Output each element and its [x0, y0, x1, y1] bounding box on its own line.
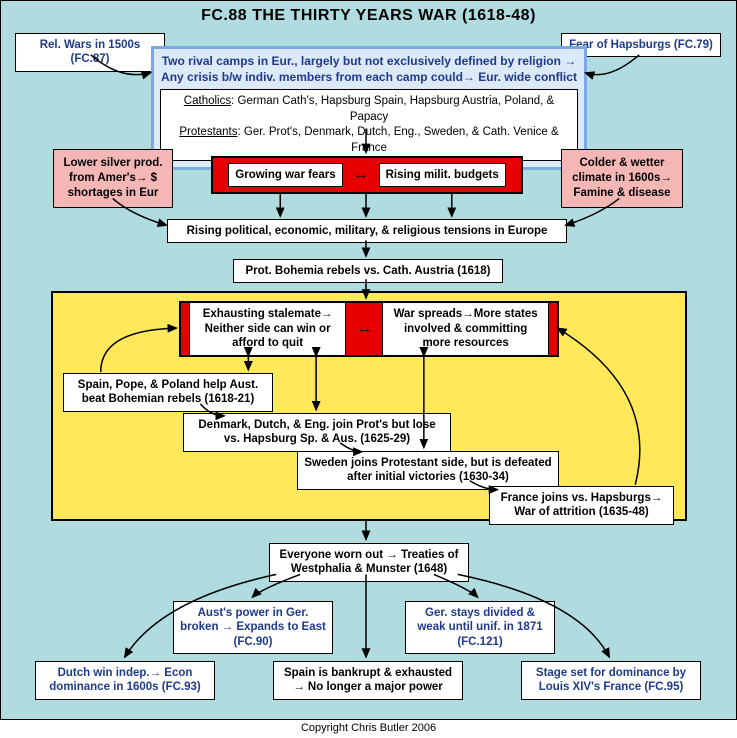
camps-heading: Two rival camps in Eur., largely but not…: [160, 54, 578, 89]
outcome-dutch-indep[interactable]: Dutch win indep.→ Econ dominance in 1600…: [35, 661, 215, 700]
label-catholics: Catholics: [184, 95, 231, 107]
camps-members: Catholics: German Cath's, Hapsburg Spain…: [160, 89, 578, 161]
sweden-joins: Sweden joins Protestant side, but is def…: [297, 451, 559, 490]
france-joins: France joins vs. Hapsburgs→ War of attri…: [489, 486, 674, 525]
rising-budgets: Rising milit. budgets: [379, 163, 506, 187]
double-arrow-icon: ↔: [353, 166, 369, 184]
camps-line2: Any crisis b/w indiv. members from each …: [161, 70, 577, 84]
copyright: Copyright Chris Butler 2006: [0, 720, 737, 734]
camps-line1: Two rival camps in Eur., largely but not…: [162, 54, 577, 68]
war-spreads: War spreads→More states involved & commi…: [382, 302, 549, 355]
spain-help-austria: Spain, Pope, & Poland help Aust. beat Bo…: [63, 373, 273, 412]
denmark-dutch-eng: Denmark, Dutch, & Eng. join Prot's but l…: [183, 413, 451, 452]
link-religious-wars[interactable]: Rel. Wars in 1500s (FC.87): [15, 33, 165, 72]
outcome-germany-divided[interactable]: Ger. stays divided & weak until unif. in…: [405, 601, 555, 654]
flowchart-canvas: FC.88 THE THIRTY YEARS WAR (1618-48) Rel…: [0, 0, 737, 720]
exhausting-stalemate: Exhausting stalemate→ Neither side can w…: [189, 302, 346, 355]
label-protestants: Protestants: [179, 126, 237, 138]
growing-war-fears: Growing war fears: [228, 163, 342, 187]
war-fears-budgets-block: Growing war fears ↔ Rising milit. budget…: [211, 156, 523, 194]
outcome-spain-bankrupt: Spain is bankrupt & exhausted → No longe…: [273, 661, 463, 700]
rising-tensions: Rising political, economic, military, & …: [167, 219, 567, 243]
double-arrow-icon: ↔: [356, 320, 372, 338]
factor-climate: Colder & wetter climate in 1600s→ Famine…: [561, 149, 683, 208]
factor-silver-shortage: Lower silver prod. from Amer's→ $ shorta…: [53, 149, 173, 208]
outcome-austria-east[interactable]: Aust's power in Ger. broken → Expands to…: [173, 601, 333, 654]
two-rival-camps-block: Two rival camps in Eur., largely but not…: [151, 46, 587, 170]
protestants-text: : Ger. Prot's, Denmark, Dutch, Eng., Swe…: [238, 126, 559, 154]
treaties-westphalia: Everyone worn out → Treaties of Westphal…: [269, 543, 469, 582]
bohemia-rebels: Prot. Bohemia rebels vs. Cath. Austria (…: [233, 259, 503, 283]
outcome-louis-xiv[interactable]: Stage set for dominance by Louis XIV's F…: [521, 661, 701, 700]
page-title: FC.88 THE THIRTY YEARS WAR (1618-48): [1, 7, 736, 25]
stalemate-spreads-block: Exhausting stalemate→ Neither side can w…: [179, 301, 559, 357]
catholics-text: : German Cath's, Hapsburg Spain, Hapsbur…: [231, 95, 554, 123]
